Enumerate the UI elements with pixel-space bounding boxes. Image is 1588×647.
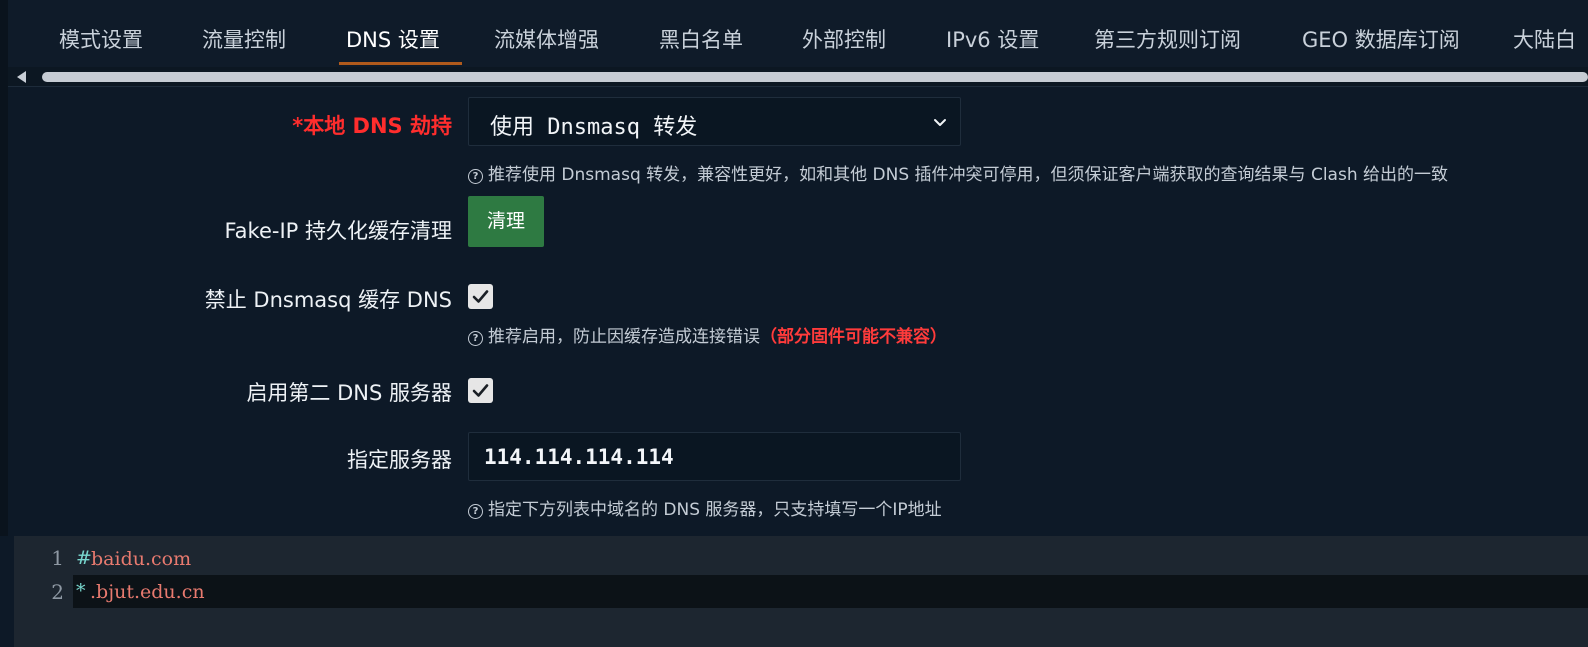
tab-traffic-control[interactable]: 流量控制 bbox=[202, 24, 286, 54]
tab-geo-database[interactable]: GEO 数据库订阅 bbox=[1302, 24, 1460, 54]
scrollbar-thumb[interactable] bbox=[42, 72, 1588, 82]
tab-ipv6-settings[interactable]: IPv6 设置 bbox=[946, 24, 1039, 54]
dnsmasq-cache-help: ? 推荐启用，防止因缓存造成连接错误（部分固件可能不兼容） bbox=[468, 322, 947, 347]
fakeip-clear-label: Fake-IP 持久化缓存清理 bbox=[224, 219, 452, 243]
tab-bar: 模式设置 流量控制 DNS 设置 流媒体增强 黑白名单 外部控制 IPv6 设置… bbox=[0, 0, 1588, 68]
dns-hijack-help: ? 推荐使用 Dnsmasq 转发，兼容性更好，如和其他 DNS 插件冲突可停用，… bbox=[468, 160, 1448, 185]
dns-hijack-select[interactable]: 使用 Dnsmasq 转发 bbox=[468, 97, 961, 146]
tab-scrollbar[interactable] bbox=[8, 67, 1588, 87]
tab-mode-settings[interactable]: 模式设置 bbox=[59, 24, 143, 54]
server-help-text: 指定下方列表中域名的 DNS 服务器，只支持填写一个IP地址 bbox=[488, 500, 942, 520]
scroll-left-arrow-icon[interactable] bbox=[17, 71, 26, 83]
dnsmasq-cache-help-text: 推荐启用，防止因缓存造成连接错误 bbox=[488, 327, 760, 347]
server-input[interactable]: 114.114.114.114 bbox=[468, 432, 961, 481]
editor-line[interactable]: # baidu.com bbox=[73, 542, 1588, 575]
scrollbar-divider bbox=[8, 86, 1588, 87]
tab-external-control[interactable]: 外部控制 bbox=[802, 24, 886, 54]
code-prefix: # bbox=[76, 547, 92, 569]
tab-black-white-list[interactable]: 黑白名单 bbox=[659, 24, 743, 54]
checkmark-icon bbox=[472, 290, 489, 303]
dnsmasq-cache-checkbox[interactable] bbox=[468, 284, 493, 309]
code-prefix: * bbox=[76, 580, 86, 602]
tab-third-party-rules[interactable]: 第三方规则订阅 bbox=[1094, 24, 1241, 54]
code-text: .bjut.edu.cn bbox=[90, 581, 205, 603]
dnsmasq-cache-help-warning: （部分固件可能不兼容） bbox=[760, 327, 947, 347]
dns-hijack-select-value: 使用 Dnsmasq 转发 bbox=[490, 115, 698, 140]
left-edge bbox=[0, 68, 8, 536]
dns-hijack-help-text: 推荐使用 Dnsmasq 转发，兼容性更好，如和其他 DNS 插件冲突可停用，但… bbox=[488, 165, 1449, 185]
server-help: ? 指定下方列表中域名的 DNS 服务器，只支持填写一个IP地址 bbox=[468, 495, 942, 520]
fakeip-clear-button[interactable]: 清理 bbox=[468, 196, 544, 247]
second-dns-checkbox[interactable] bbox=[468, 378, 493, 403]
active-tab-indicator bbox=[339, 62, 462, 65]
second-dns-label: 启用第二 DNS 服务器 bbox=[246, 381, 452, 405]
line-number: 2 bbox=[51, 580, 64, 604]
server-label: 指定服务器 bbox=[347, 448, 452, 472]
tab-streaming[interactable]: 流媒体增强 bbox=[494, 24, 599, 54]
domain-list-editor[interactable]: 1 2 # baidu.com * .bjut.edu.cn bbox=[14, 536, 1588, 647]
line-number: 1 bbox=[51, 546, 64, 570]
question-circle-icon: ? bbox=[468, 169, 483, 184]
question-circle-icon: ? bbox=[468, 331, 483, 346]
editor-line-active[interactable]: * .bjut.edu.cn bbox=[73, 575, 1588, 608]
code-text: baidu.com bbox=[91, 548, 192, 570]
editor-gutter: 1 2 bbox=[14, 536, 72, 647]
tab-mainland-whitelist[interactable]: 大陆白 bbox=[1513, 24, 1576, 54]
server-input-value: 114.114.114.114 bbox=[484, 445, 674, 469]
dns-hijack-label: *本地 DNS 劫持 bbox=[292, 114, 452, 138]
tab-dns-settings[interactable]: DNS 设置 bbox=[346, 24, 440, 54]
chevron-down-icon bbox=[934, 119, 946, 126]
checkmark-icon bbox=[472, 384, 489, 397]
question-circle-icon: ? bbox=[468, 504, 483, 519]
dnsmasq-cache-label: 禁止 Dnsmasq 缓存 DNS bbox=[204, 288, 452, 312]
